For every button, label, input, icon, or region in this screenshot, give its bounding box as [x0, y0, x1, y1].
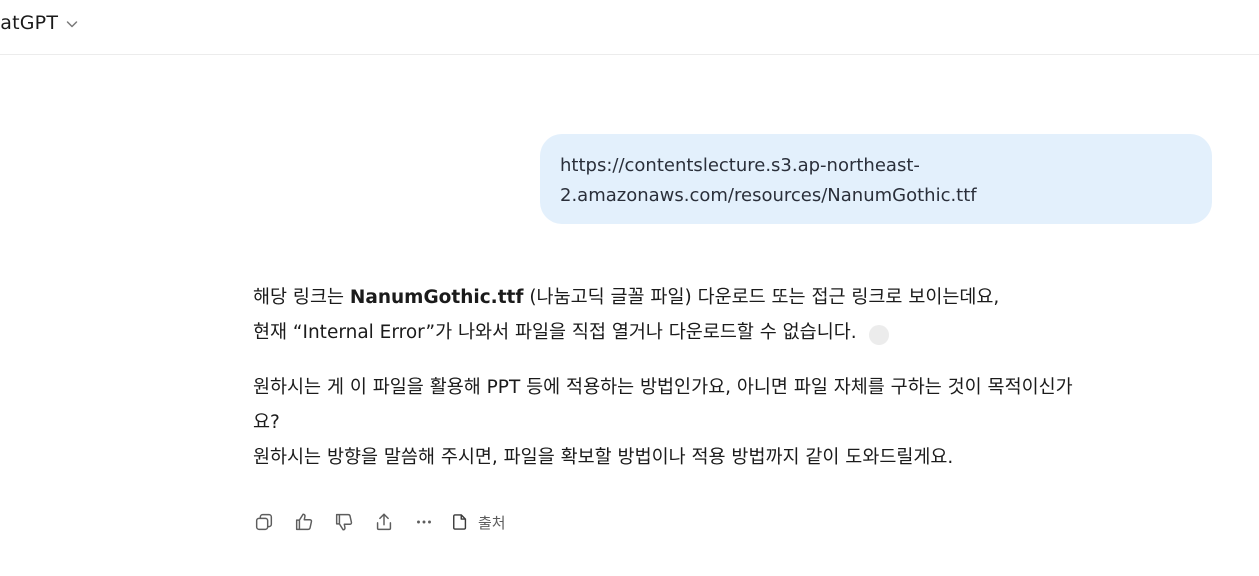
copy-button[interactable]: [252, 510, 276, 534]
user-message-bubble: https://contentslecture.s3.ap-northeast-…: [540, 134, 1212, 224]
share-button[interactable]: [372, 510, 396, 534]
assistant-message: 해당 링크는 NanumGothic.ttf (나눔고딕 글꼴 파일) 다운로드…: [253, 280, 1223, 475]
copy-icon: [255, 513, 273, 531]
thumbs-down-icon: [335, 513, 353, 531]
more-options-button[interactable]: [412, 510, 436, 534]
message-actions: 출처: [252, 508, 506, 536]
assistant-paragraph-1-line-1: 해당 링크는 NanumGothic.ttf (나눔고딕 글꼴 파일) 다운로드…: [253, 280, 1223, 315]
thumbs-up-button[interactable]: [292, 510, 316, 534]
sources-label: 출처: [478, 513, 506, 532]
assistant-text: 해당 링크는: [253, 287, 350, 308]
assistant-text: (나눔고딕 글꼴 파일) 다운로드 또는 접근 링크로 보이는데요,: [523, 287, 1000, 308]
user-message-line: 2.amazonaws.com/resources/NanumGothic.tt…: [560, 185, 977, 206]
document-icon: [453, 514, 467, 530]
share-icon: [376, 513, 392, 531]
model-title: natGPT: [0, 12, 59, 34]
top-bar: natGPT: [0, 0, 1259, 55]
thumbs-down-button[interactable]: [332, 510, 356, 534]
assistant-paragraph-2-line-2: 요?: [253, 412, 280, 433]
assistant-paragraph-2-line-1: 원하시는 게 이 파일을 활용해 PPT 등에 적용하는 방법인가요, 아니면 …: [253, 377, 1073, 398]
sources-button[interactable]: 출처: [450, 512, 506, 533]
more-icon: [417, 520, 431, 524]
streaming-dot: [868, 325, 889, 345]
user-message-line: https://contentslecture.s3.ap-northeast-: [560, 155, 920, 176]
chevron-down-icon: [64, 16, 80, 32]
assistant-bold-filename: NanumGothic.ttf: [349, 287, 524, 308]
thumbs-up-icon: [295, 513, 313, 531]
assistant-paragraph-2-line-3: 원하시는 방향을 말씀해 주시면, 파일을 확보할 방법이나 적용 방법까지 같…: [253, 447, 954, 468]
assistant-paragraph-1-line-2: 현재 “Internal Error”가 나와서 파일을 직접 열거나 다운로드…: [253, 315, 1223, 350]
assistant-text: 현재 “Internal Error”가 나와서 파일을 직접 열거나 다운로드…: [253, 322, 857, 343]
model-switcher[interactable]: natGPT: [0, 8, 80, 38]
chat-page: natGPT https://contentslecture.s3.ap-nor…: [0, 0, 1259, 576]
